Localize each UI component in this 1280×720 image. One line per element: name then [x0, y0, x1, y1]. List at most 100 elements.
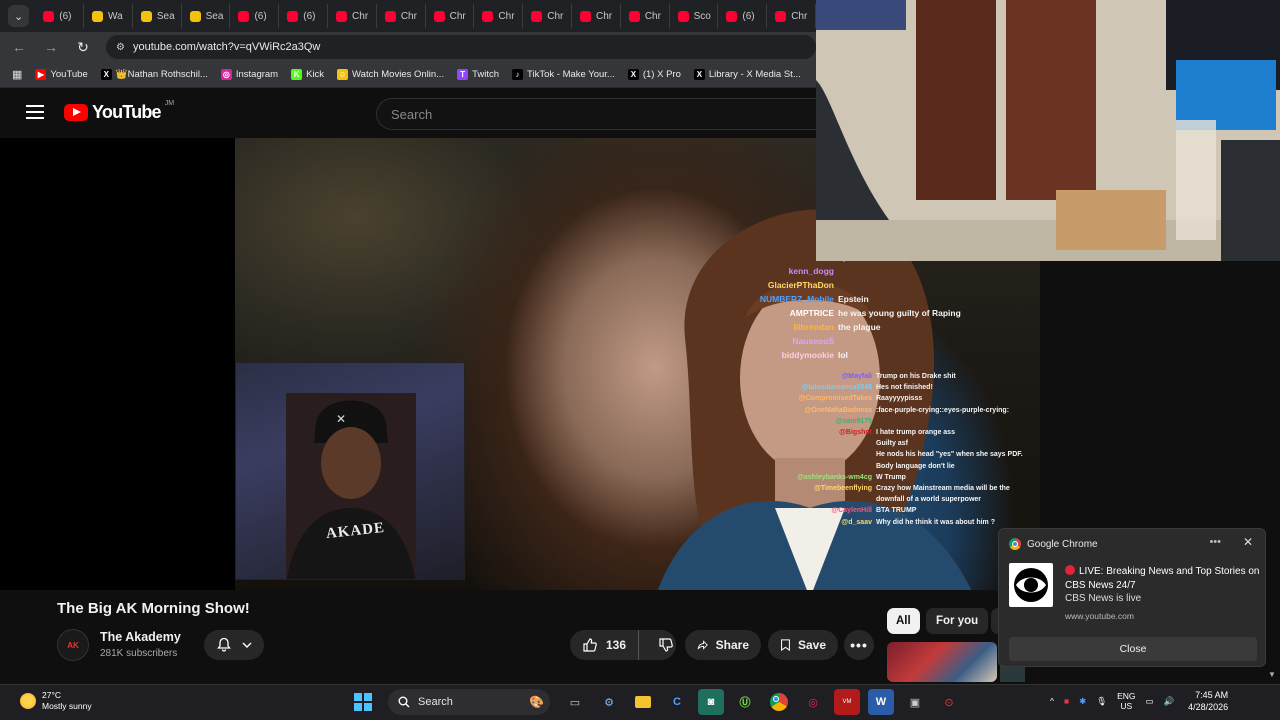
more-actions-button[interactable]: ••• — [844, 630, 874, 660]
site-info-icon[interactable]: ⚙ — [116, 42, 125, 53]
tab-favicon-icon — [189, 10, 201, 22]
notification-close-button[interactable]: Close — [1009, 637, 1257, 661]
weather-widget[interactable]: 27°C Mostly sunny — [20, 690, 92, 712]
browser-tab[interactable]: Chr — [769, 4, 816, 28]
browser-tab[interactable]: Chr — [574, 4, 621, 28]
settings-gear-icon[interactable]: ⚙ — [596, 689, 622, 715]
forward-arrow-icon[interactable]: → — [42, 39, 60, 55]
notification-options-icon[interactable]: ••• — [1209, 536, 1221, 548]
streamer-webcam: ✕ AKADE — [235, 362, 465, 580]
address-bar[interactable]: ⚙ youtube.com/watch?v=qVWiRc2a3Qw — [106, 35, 816, 59]
search-input[interactable]: Search — [376, 98, 816, 130]
bluetooth-icon[interactable]: ✱ — [1079, 696, 1086, 707]
taskbar-search[interactable]: Search 🎨 — [388, 689, 550, 715]
browser-tab[interactable]: Chr — [428, 4, 475, 28]
youtube-logo[interactable]: YouTube JM — [64, 100, 174, 123]
back-arrow-icon[interactable]: ← — [10, 39, 28, 55]
chat-username: @CompromisedTakes — [798, 395, 872, 403]
system-clock[interactable]: 7:45 AM 4/28/2026 — [1188, 689, 1228, 713]
bookmark-item[interactable]: X 👑Nathan Rothschil... — [100, 69, 208, 80]
browser-tab[interactable]: Sea — [184, 4, 231, 28]
notification-url: www.youtube.com — [1065, 611, 1134, 621]
svg-text:✕: ✕ — [336, 412, 346, 426]
start-button[interactable] — [350, 689, 376, 715]
chrome-taskbar-icon[interactable] — [766, 689, 792, 715]
search-placeholder: Search — [391, 106, 433, 122]
bookmark-label: (1) X Pro — [642, 69, 681, 80]
chat-text: he was young guilty of Raping — [838, 308, 961, 318]
chat-message: @d_saav Why did he think it was about him… — [760, 517, 1020, 528]
more-horizontal-icon: ••• — [850, 637, 868, 653]
menu-icon[interactable] — [26, 105, 44, 119]
streamlabs-icon[interactable]: W — [868, 689, 894, 715]
browser-tab[interactable]: (6) — [232, 4, 280, 28]
language-indicator[interactable]: ENG US — [1117, 691, 1135, 711]
browser-tab[interactable]: (6) — [281, 4, 329, 28]
task-view-icon[interactable]: ▭ — [562, 689, 588, 715]
opera-gx-icon[interactable]: ◎ — [800, 689, 826, 715]
like-button[interactable]: 136 — [570, 630, 640, 660]
save-button[interactable]: Save — [768, 630, 838, 660]
discord-icon[interactable]: ◙ — [698, 689, 724, 715]
scroll-down-arrow-icon[interactable]: ▼ — [1268, 670, 1276, 679]
reload-icon[interactable]: ↻ — [74, 39, 92, 56]
tab-search-button[interactable]: ⌄ — [8, 5, 30, 27]
browser-tab[interactable]: Wa — [86, 4, 133, 28]
chevron-up-icon[interactable]: ^ — [1050, 696, 1054, 706]
notification-bell-button[interactable] — [204, 630, 264, 660]
bookmark-item[interactable]: ◎ Instagram — [220, 69, 278, 80]
bookmark-item[interactable]: X (1) X Pro — [627, 69, 681, 80]
browser-tab[interactable]: Chr — [379, 4, 426, 28]
microphone-icon[interactable]: 🎙 — [1096, 696, 1107, 707]
tab-label: Sea — [205, 10, 224, 22]
channel-avatar[interactable]: AK — [57, 629, 89, 661]
recommended-video-thumbnail[interactable] — [887, 642, 997, 682]
browser-tab[interactable]: (6) — [37, 4, 85, 28]
network-icon[interactable]: ▭ — [1145, 696, 1153, 707]
voicemeeter-icon[interactable]: VM — [834, 689, 860, 715]
volume-icon[interactable]: 🔊 — [1164, 696, 1175, 707]
tray-app-red-icon[interactable]: ■ — [1064, 696, 1069, 706]
chat-username: @Timebeenflying — [813, 485, 872, 493]
bookmark-icon — [781, 639, 790, 652]
tab-favicon-icon — [140, 10, 152, 22]
apps-grid-icon[interactable]: ▦ — [12, 68, 22, 81]
sun-icon — [20, 693, 36, 709]
bookmark-item[interactable]: ♪ TikTok - Make Your... — [512, 69, 615, 80]
instagram-icon: ◎ — [220, 69, 232, 80]
browser-tab[interactable]: Sea — [135, 4, 182, 28]
bookmark-item[interactable]: K Kick — [291, 69, 324, 80]
share-button[interactable]: Share — [685, 630, 761, 660]
browser-tab[interactable]: Sco — [672, 4, 719, 28]
channel-name[interactable]: The Akademy — [100, 630, 181, 644]
chat-text: Raayyyypisss — [876, 395, 923, 403]
browser-tab[interactable]: Chr — [330, 4, 377, 28]
bookmark-item[interactable]: T Twitch — [457, 69, 499, 80]
browser-tab[interactable]: (6) — [720, 4, 768, 28]
video-title: The Big AK Morning Show! — [57, 600, 250, 617]
tiktok-icon: ♪ — [512, 69, 524, 80]
close-icon[interactable]: ✕ — [1243, 535, 1253, 549]
clipboard-app-icon[interactable]: ▣ — [902, 689, 928, 715]
tab-label: Chr — [644, 10, 661, 22]
live-indicator-icon — [1065, 565, 1075, 575]
chip-all[interactable]: All — [887, 608, 920, 634]
browser-tab[interactable]: Chr — [623, 4, 670, 28]
tab-favicon-icon — [92, 10, 104, 22]
dislike-button[interactable] — [646, 637, 686, 653]
x-icon: X — [627, 69, 639, 80]
ccleaner-icon[interactable]: C — [664, 689, 690, 715]
bookmark-item[interactable]: ☺ Watch Movies Onlin... — [337, 69, 444, 80]
file-explorer-icon[interactable] — [630, 689, 656, 715]
browser-tab[interactable]: Chr — [476, 4, 524, 28]
chat-text: the plague — [838, 322, 881, 332]
chat-username: @Bigshot — [839, 429, 872, 437]
obs-like-record-icon[interactable]: ⊙ — [936, 689, 962, 715]
browser-tab[interactable]: Chr — [525, 4, 573, 28]
bookmark-item[interactable]: ▶ YouTube — [35, 69, 88, 80]
chip-for-you[interactable]: For you — [926, 608, 989, 634]
youtube-masthead: YouTube JM Search — [0, 88, 816, 138]
subscriber-count: 281K subscribers — [100, 648, 178, 659]
upwork-icon[interactable]: Ⓤ — [732, 689, 758, 715]
bookmark-item[interactable]: X Library - X Media St... — [693, 69, 801, 80]
